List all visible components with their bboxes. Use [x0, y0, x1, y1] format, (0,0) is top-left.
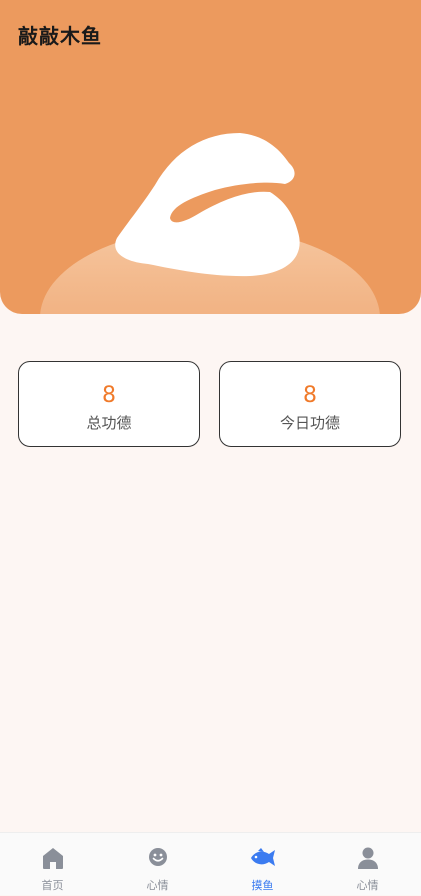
user-icon: [357, 847, 378, 869]
total-merit-label: 总功德: [86, 414, 132, 432]
today-merit-label: 今日功德: [279, 414, 340, 432]
total-merit-value: 8: [102, 383, 116, 408]
today-merit-card: 8 今日功德: [219, 361, 401, 447]
home-icon: [42, 848, 63, 869]
tab-mood[interactable]: 心情: [105, 833, 210, 896]
wooden-fish-area: [40, 133, 380, 314]
tab-mood-label: 心情: [146, 879, 169, 892]
fish-icon: [250, 848, 275, 866]
tab-fish[interactable]: 摸鱼: [210, 833, 315, 896]
total-merit-card: 8 总功德: [18, 361, 200, 447]
tab-profile-label: 心情: [356, 879, 379, 892]
tab-fish-label: 摸鱼: [251, 879, 274, 892]
today-merit-value: 8: [303, 383, 317, 408]
hero-banner: 敲敲木鱼: [0, 0, 421, 314]
tab-profile[interactable]: 心情: [315, 833, 420, 896]
wooden-fish-icon[interactable]: [115, 133, 300, 277]
tab-home-label: 首页: [41, 879, 64, 892]
smiley-icon: [148, 848, 167, 866]
tab-home[interactable]: 首页: [0, 833, 105, 896]
bottom-tab-bar: 首页 心情 摸鱼 心情: [0, 832, 421, 895]
